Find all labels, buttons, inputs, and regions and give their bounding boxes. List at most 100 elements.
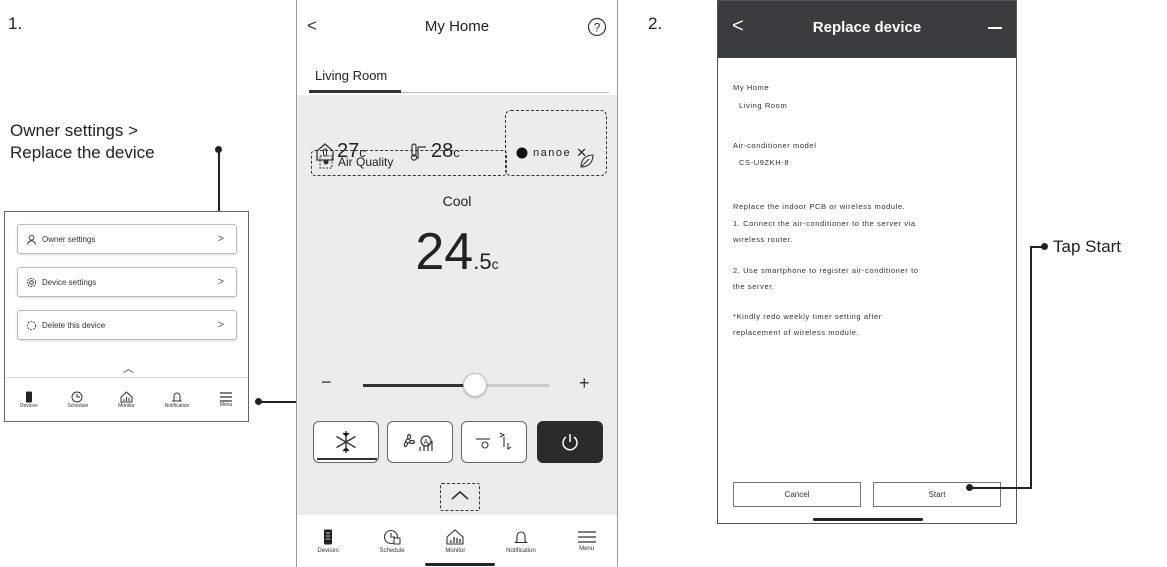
replace-device-screen: < Replace device My Home Living Room Air…: [717, 0, 1017, 524]
nanoe-dot-icon: [516, 147, 528, 159]
step2-line2: the server.: [733, 282, 775, 291]
replace-header: < Replace device: [718, 1, 1016, 58]
minimize-icon[interactable]: [988, 27, 1002, 29]
delete-device-label: Delete this device: [42, 320, 106, 330]
power-button[interactable]: [537, 421, 603, 463]
set-temp-unit: c: [491, 256, 499, 272]
nav-schedule[interactable]: Schedule: [67, 391, 88, 409]
nav-notification[interactable]: Notification: [506, 529, 536, 554]
nav-monitor[interactable]: Monitor: [445, 528, 466, 554]
person-icon: [26, 234, 37, 245]
nav-menu[interactable]: Menu: [577, 530, 597, 552]
start-leader-v: [1030, 246, 1032, 489]
nav-devices[interactable]: Devices: [317, 529, 339, 554]
mode-label: Cool: [442, 193, 472, 209]
step1-line1: 1. Connect the air-conditioner to the se…: [733, 219, 916, 228]
remote-icon: [323, 529, 333, 545]
temp-slider[interactable]: [363, 373, 549, 397]
air-quality-row[interactable]: Air Quality: [319, 155, 393, 169]
minus-button[interactable]: −: [321, 372, 332, 393]
owner-settings-item[interactable]: Owner settings >: [17, 224, 237, 254]
nav-schedule[interactable]: Schedule: [380, 529, 405, 554]
owner-settings-label: Owner settings: [42, 234, 96, 244]
nav-label: Notification: [164, 402, 190, 409]
swing-mode-button[interactable]: [461, 421, 527, 463]
chevron-up-icon[interactable]: ︿: [123, 360, 134, 376]
house-chart-icon: [446, 528, 464, 545]
cool-selected-bar: [317, 458, 377, 460]
step2-line1: 2. Use smartphone to register air-condit…: [733, 266, 919, 275]
model-value: CS-U9ZKH-8: [739, 158, 790, 167]
air-quality-label: Air Quality: [338, 155, 394, 169]
home-title: My Home: [424, 18, 490, 35]
home-indicator: [425, 563, 495, 566]
chevron-right-icon: >: [217, 233, 224, 245]
bell-icon: [171, 391, 183, 403]
nav-devices[interactable]: Devices: [20, 391, 38, 409]
swing-auto-icon: [476, 432, 512, 451]
owner-settings-callout: Owner settings > Replace the device: [10, 120, 155, 164]
set-temperature: 24.5c: [297, 222, 617, 282]
menu-panel-preview: Owner settings > Device settings > Delet…: [4, 211, 249, 422]
nav-label: Monitor: [445, 547, 466, 554]
nav-label: Schedule: [67, 402, 89, 409]
intro-text: Replace the indoor PCB or wireless modul…: [733, 202, 906, 211]
home-header: < My Home ?: [297, 0, 617, 58]
mini-bottom-nav: Devices Schedule Monitor Notification Me…: [5, 377, 248, 421]
slider-thumb[interactable]: [462, 373, 487, 397]
leaf-icon: [579, 153, 595, 169]
clock-icon: [71, 391, 84, 403]
chevron-right-icon: >: [217, 276, 224, 288]
help-icon[interactable]: ?: [587, 17, 607, 37]
delete-device-item[interactable]: Delete this device >: [17, 310, 237, 340]
step1-line2: wireless router.: [733, 235, 794, 244]
tab-living-room[interactable]: Living Room: [315, 68, 387, 83]
home-label: My Home: [733, 83, 770, 92]
bottom-nav: Devices Schedule Monitor Notification Me…: [297, 515, 617, 567]
cool-mode-button[interactable]: [313, 421, 379, 463]
gear-icon: [26, 277, 37, 288]
svg-text:?: ?: [594, 21, 601, 35]
set-temp-int: 24: [415, 223, 474, 281]
nanoe-logo[interactable]: nanoe ✕: [515, 145, 587, 161]
step-2-label: 2.: [648, 14, 663, 33]
chevron-right-icon: >: [217, 319, 224, 331]
slider-fill: [363, 384, 475, 387]
device-settings-item[interactable]: Device settings >: [17, 267, 237, 297]
start-callout-dot: [1041, 243, 1048, 250]
nav-label: Monitor: [118, 402, 135, 409]
nav-label: Menu: [219, 401, 233, 408]
chevron-up-icon[interactable]: [449, 488, 471, 502]
power-icon: [562, 434, 578, 451]
home-screen: < My Home ? Living Room 27c 28c nanoe ✕ …: [296, 0, 618, 567]
nav-label: Devices: [19, 402, 38, 409]
nav-monitor[interactable]: Monitor: [118, 390, 135, 409]
set-temp-dec: .5: [473, 249, 492, 274]
snowflake-icon: [336, 431, 356, 453]
plus-button[interactable]: +: [579, 373, 590, 394]
cancel-button[interactable]: Cancel: [733, 482, 861, 507]
menu-leader-dot: [255, 398, 262, 405]
tab-underline: [309, 90, 401, 93]
start-button[interactable]: Start: [873, 482, 1001, 507]
model-label: Air-conditioner model: [733, 141, 817, 150]
nav-notification[interactable]: Notification: [164, 391, 190, 409]
note-line1: *Kindly redo weekly timer setting after: [733, 312, 882, 321]
device-settings-label: Device settings: [42, 277, 97, 287]
callout-dot: [215, 146, 222, 153]
fan-auto-icon: A: [403, 433, 433, 451]
step-1-label: 1.: [8, 14, 23, 33]
nav-label: Devices: [317, 547, 339, 554]
bell-icon: [513, 529, 529, 545]
nav-label: Menu: [579, 545, 595, 552]
nav-menu[interactable]: Menu: [219, 391, 233, 408]
nav-label: Schedule: [379, 547, 405, 554]
callout-line-1: Owner settings >: [10, 121, 139, 140]
hamburger-icon: [219, 391, 233, 402]
dashed-circle-icon: [26, 320, 37, 331]
start-leader-dot: [966, 484, 973, 491]
air-quality-icon: [319, 155, 333, 169]
nav-label: Notification: [506, 547, 536, 554]
home-indicator: [813, 518, 923, 521]
fan-mode-button[interactable]: A: [387, 421, 453, 463]
